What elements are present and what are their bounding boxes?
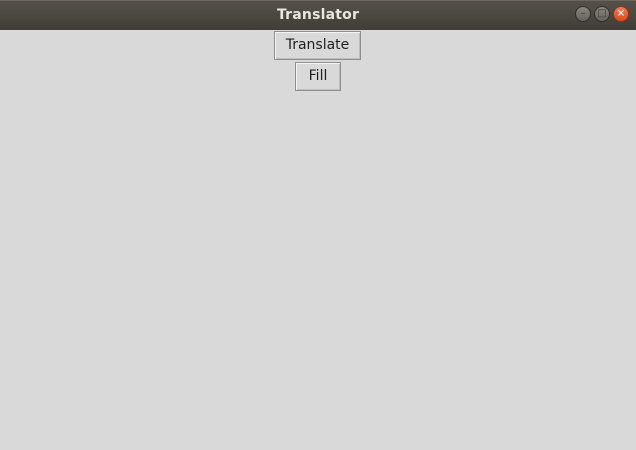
app-window: Translator – □ × Translate Fill <box>0 0 636 450</box>
window-controls: – □ × <box>575 6 633 24</box>
main-content: Translate Fill <box>0 30 636 450</box>
fill-button[interactable]: Fill <box>295 62 341 91</box>
translate-button[interactable]: Translate <box>274 31 361 60</box>
close-icon[interactable]: × <box>613 6 629 22</box>
minimize-icon[interactable]: – <box>575 6 591 22</box>
title-bar[interactable]: Translator – □ × <box>0 0 636 30</box>
window-title: Translator <box>276 7 360 23</box>
maximize-icon[interactable]: □ <box>594 6 610 22</box>
